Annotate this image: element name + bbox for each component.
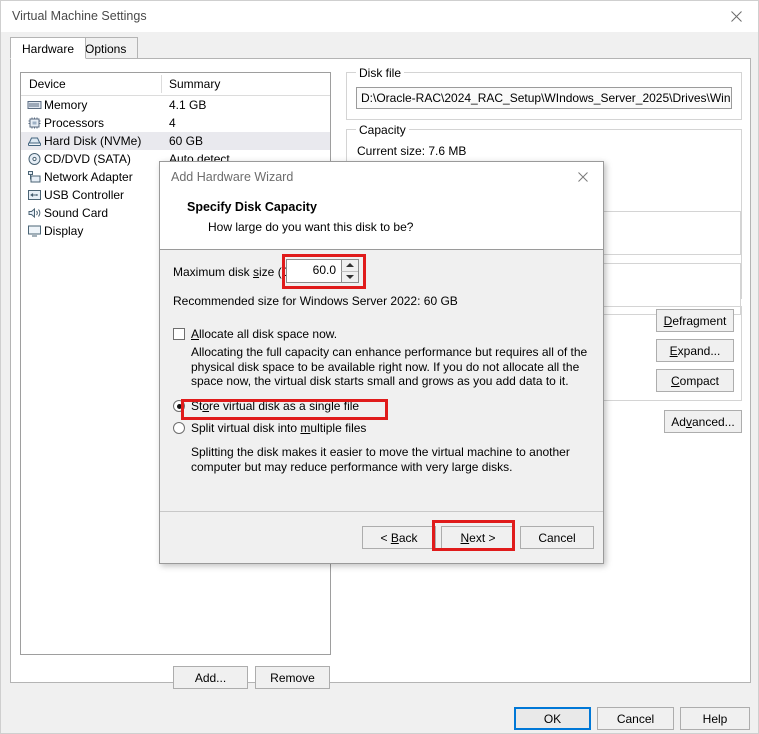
disk-file-group: Disk file D:\Oracle-RAC\2024_RAC_Setup\W…	[346, 72, 742, 120]
tab-options-label: Options	[85, 42, 126, 56]
device-list-header: Device Summary	[21, 73, 330, 96]
spinner-up-button[interactable]	[341, 260, 358, 271]
device-name: Memory	[44, 98, 87, 112]
column-divider	[161, 75, 162, 93]
device-summary: 4	[169, 116, 176, 130]
spinner-buttons	[341, 260, 358, 282]
window-title: Virtual Machine Settings	[12, 9, 147, 23]
next-button[interactable]: Next >	[441, 526, 515, 549]
display-icon	[27, 224, 42, 238]
disk-file-group-title: Disk file	[356, 66, 404, 80]
memory-icon	[27, 98, 42, 112]
split-description: Splitting the disk makes it easier to mo…	[191, 445, 589, 474]
help-button[interactable]: Help	[680, 707, 750, 730]
current-size-label: Current size: 7.6 MB	[357, 144, 466, 158]
device-name: Processors	[44, 116, 104, 130]
device-name: Display	[44, 224, 83, 238]
max-disk-size-spinner[interactable]: 60.0	[286, 259, 359, 283]
tab-hardware[interactable]: Hardware	[10, 37, 86, 59]
device-name: USB Controller	[44, 188, 124, 202]
allocate-all-disk-space-checkbox[interactable]: Allocate all disk space now.	[173, 327, 337, 341]
ok-button[interactable]: OK	[514, 707, 591, 730]
wizard-body: Maximum disk size (GB): 60.0 Recommended…	[160, 251, 603, 513]
wizard-title: Add Hardware Wizard	[171, 170, 293, 184]
device-name: Hard Disk (NVMe)	[44, 134, 141, 148]
allocate-label: llocate all disk space now.	[199, 327, 337, 341]
spinner-down-button[interactable]	[341, 271, 358, 283]
close-icon[interactable]	[714, 1, 758, 32]
wizard-cancel-button[interactable]: Cancel	[520, 526, 594, 549]
device-name: Sound Card	[44, 206, 108, 220]
remove-device-button[interactable]: Remove	[255, 666, 330, 689]
max-disk-size-value: 60.0	[313, 263, 336, 277]
sound-card-icon	[27, 206, 42, 220]
add-device-button[interactable]: Add...	[173, 666, 248, 689]
back-button[interactable]: < Back	[362, 526, 436, 549]
cd-dvd-icon	[27, 152, 42, 166]
window-titlebar: Virtual Machine Settings	[1, 1, 758, 32]
radio-indicator	[173, 400, 185, 412]
device-name: Network Adapter	[44, 170, 133, 184]
tab-hardware-label: Hardware	[22, 42, 74, 56]
recommended-size-label: Recommended size for Windows Server 2022…	[173, 294, 458, 308]
column-header-device: Device	[29, 77, 66, 91]
hard-disk-icon	[27, 134, 42, 148]
wizard-titlebar: Add Hardware Wizard	[160, 162, 603, 192]
add-hardware-wizard-dialog: Add Hardware Wizard Specify Disk Capacit…	[159, 161, 604, 564]
device-row-memory[interactable]: Memory 4.1 GB	[21, 96, 330, 114]
usb-controller-icon	[27, 188, 42, 202]
disk-file-path-field[interactable]: D:\Oracle-RAC\2024_RAC_Setup\WIndows_Ser…	[356, 87, 732, 109]
network-adapter-icon	[27, 170, 42, 184]
close-icon[interactable]	[563, 162, 603, 192]
compact-button[interactable]: Compact	[656, 369, 734, 392]
processor-icon	[27, 116, 42, 130]
radio-indicator	[173, 422, 185, 434]
store-single-file-radio[interactable]: Store virtual disk as a single file	[173, 399, 359, 413]
device-summary: 60 GB	[169, 134, 203, 148]
virtual-machine-settings-window: Virtual Machine Settings Hardware Option…	[0, 0, 759, 734]
allocate-description: Allocating the full capacity can enhance…	[191, 345, 589, 389]
device-row-processors[interactable]: Processors 4	[21, 114, 330, 132]
expand-button[interactable]: Expand...	[656, 339, 734, 362]
device-name: CD/DVD (SATA)	[44, 152, 131, 166]
allocate-accel: A	[191, 327, 199, 341]
column-header-summary: Summary	[169, 77, 220, 91]
defragment-button[interactable]: Defragment	[656, 309, 734, 332]
split-multiple-files-radio[interactable]: Split virtual disk into multiple files	[173, 421, 366, 435]
checkbox-box	[173, 328, 185, 340]
device-row-hard-disk[interactable]: Hard Disk (NVMe) 60 GB	[21, 132, 330, 150]
advanced-button[interactable]: Advanced...	[664, 410, 742, 433]
wizard-subheading: How large do you want this disk to be?	[208, 220, 413, 234]
device-summary: 4.1 GB	[169, 98, 206, 112]
tab-strip: Hardware Options	[10, 37, 751, 59]
cancel-button[interactable]: Cancel	[597, 707, 674, 730]
wizard-header: Specify Disk Capacity How large do you w…	[160, 192, 603, 250]
capacity-group-title: Capacity	[356, 123, 409, 137]
wizard-footer: < Back Next > Cancel	[160, 511, 603, 563]
wizard-heading: Specify Disk Capacity	[187, 200, 317, 214]
